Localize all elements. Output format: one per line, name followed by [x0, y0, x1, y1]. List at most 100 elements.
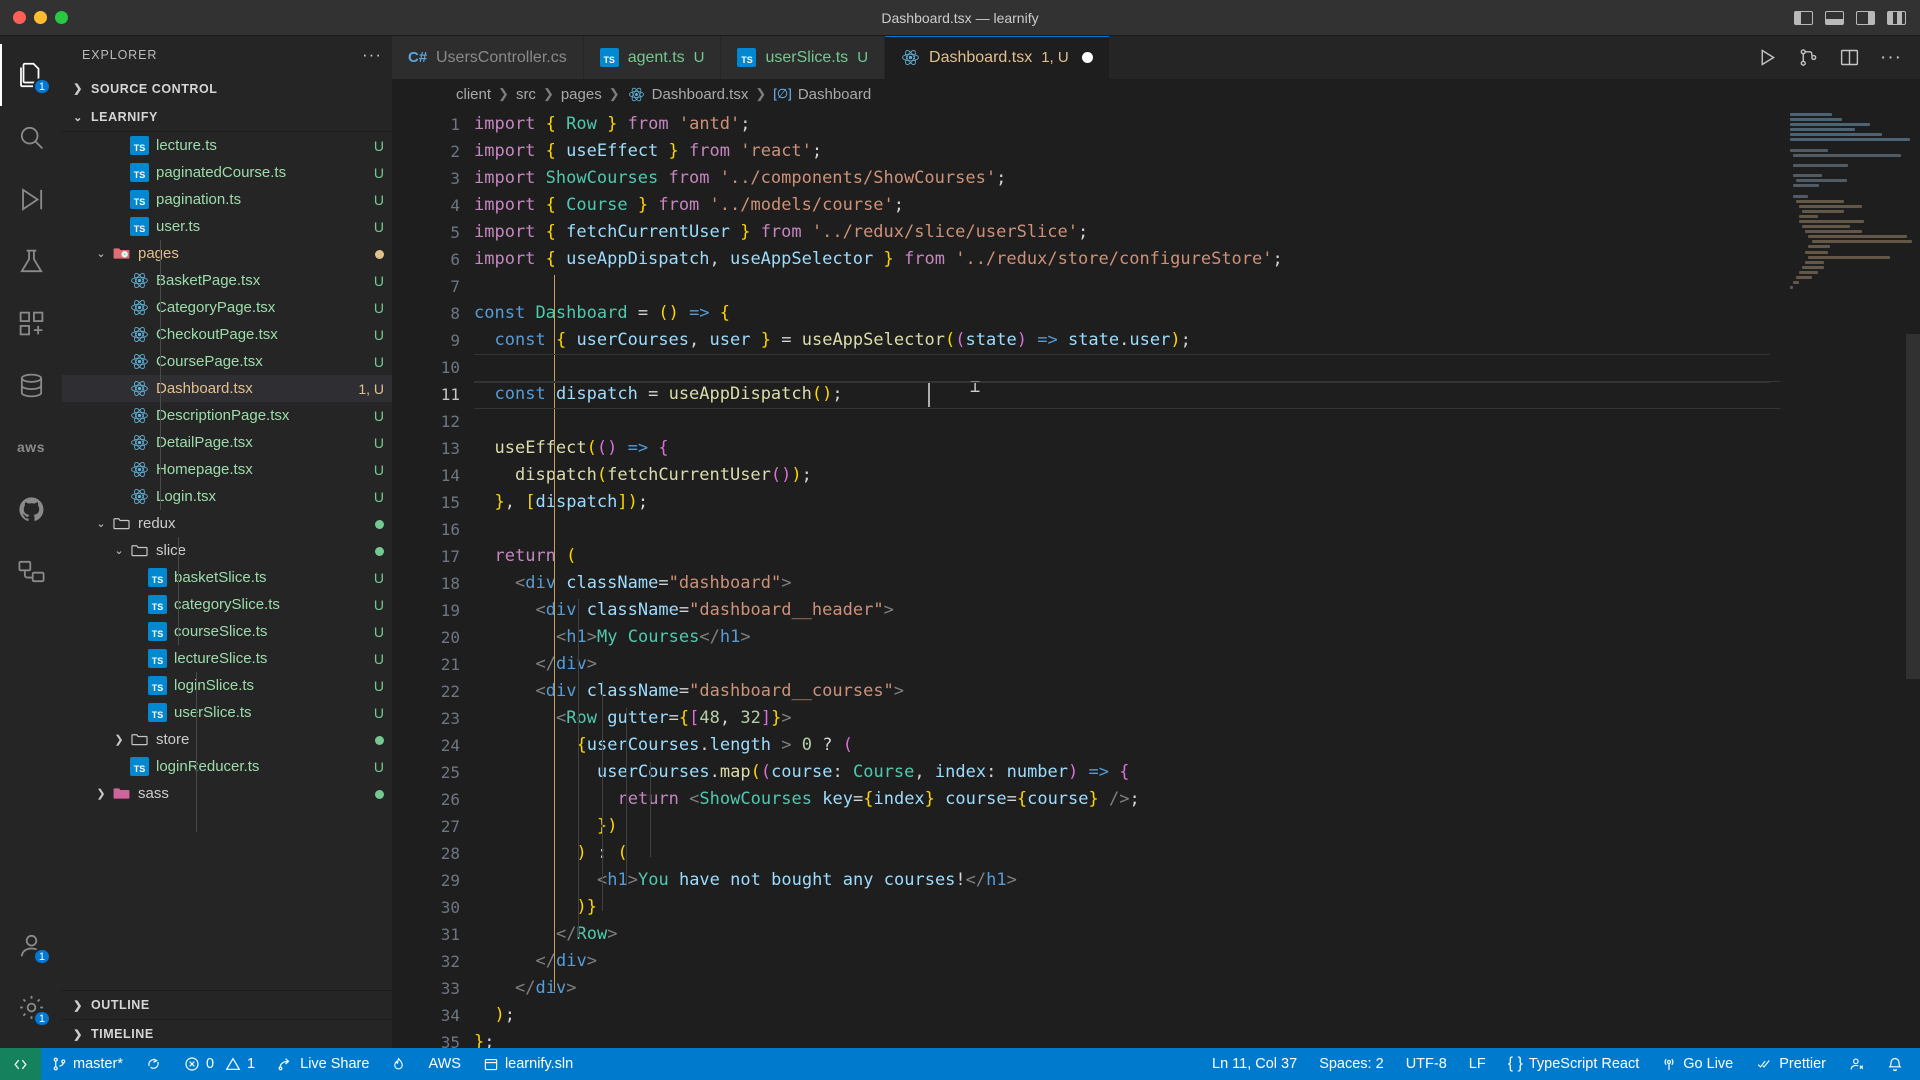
sidebar-section-outline[interactable]: ❯ OUTLINE: [62, 990, 392, 1019]
activity-item-run-and-debug[interactable]: [0, 168, 62, 230]
activity-item-testing[interactable]: [0, 230, 62, 292]
chevron-right-icon[interactable]: ❯: [108, 733, 130, 746]
code-line[interactable]: ) : (: [474, 840, 1920, 867]
toggle-secondary-sidebar-icon[interactable]: [1856, 10, 1875, 25]
code-line[interactable]: const { userCourses, user } = useAppSele…: [474, 327, 1920, 354]
status-aws[interactable]: AWS: [417, 1048, 472, 1080]
code-line[interactable]: <div className="dashboard__courses">: [474, 678, 1920, 705]
code-line[interactable]: const dispatch = useAppDispatch();: [474, 381, 1920, 408]
code-line[interactable]: const Dashboard = () => {: [474, 300, 1920, 327]
editor-tab-agent-ts[interactable]: TS agent.ts U: [583, 36, 722, 79]
chevron-right-icon[interactable]: ❯: [90, 787, 112, 800]
zoom-window-button[interactable]: [55, 11, 68, 24]
code-line[interactable]: import { useEffect } from 'react';: [474, 138, 1920, 165]
tree-file-basketpage-tsx[interactable]: BasketPage.tsx U: [62, 267, 392, 294]
breadcrumb-item-pages[interactable]: pages: [561, 86, 602, 103]
sidebar-section-source-control[interactable]: ❯ SOURCE CONTROL: [62, 74, 392, 103]
sidebar-section-timeline[interactable]: ❯ TIMELINE: [62, 1019, 392, 1048]
tree-file-categoryslice-ts[interactable]: TS categorySlice.ts U: [62, 591, 392, 618]
status-prettier[interactable]: Prettier: [1744, 1048, 1837, 1080]
editor-tab-userslice-ts[interactable]: TS userSlice.ts U: [721, 36, 886, 79]
scrollbar-thumb[interactable]: [1906, 334, 1920, 679]
code-line[interactable]: [474, 516, 1920, 543]
tree-file-categorypage-tsx[interactable]: CategoryPage.tsx U: [62, 294, 392, 321]
status-live-share[interactable]: Live Share: [266, 1048, 380, 1080]
code-line[interactable]: <h1>You have not bought any courses!</h1…: [474, 867, 1920, 894]
code-line[interactable]: <div className="dashboard__header">: [474, 597, 1920, 624]
activity-item-settings[interactable]: 1: [0, 976, 62, 1038]
tree-file-user-ts[interactable]: TS user.ts U: [62, 213, 392, 240]
editor-tab-userscontroller-cs[interactable]: C# UsersController.cs: [392, 36, 584, 79]
activity-item-explorer[interactable]: 1: [0, 44, 62, 106]
code-line[interactable]: userCourses.map((course: Course, index: …: [474, 759, 1920, 786]
tree-file-loginslice-ts[interactable]: TS loginSlice.ts U: [62, 672, 392, 699]
code-line[interactable]: </div>: [474, 948, 1920, 975]
code-line[interactable]: import { Course } from '../models/course…: [474, 192, 1920, 219]
tree-folder-redux[interactable]: ⌄ redux: [62, 510, 392, 537]
code-line[interactable]: <Row gutter={[48, 32]}>: [474, 705, 1920, 732]
code-line[interactable]: }): [474, 813, 1920, 840]
code-line[interactable]: return (: [474, 543, 1920, 570]
code-line[interactable]: import { Row } from 'antd';: [474, 111, 1920, 138]
code-line[interactable]: return <ShowCourses key={index} course={…: [474, 786, 1920, 813]
breadcrumb-item-dashboard[interactable]: [∅] Dashboard: [773, 86, 871, 103]
tree-file-coursepage-tsx[interactable]: CoursePage.tsx U: [62, 348, 392, 375]
tree-file-paginatedcourse-ts[interactable]: TS paginatedCourse.ts U: [62, 159, 392, 186]
tree-file-userslice-ts[interactable]: TS userSlice.ts U: [62, 699, 392, 726]
more-actions-icon[interactable]: ···: [1880, 47, 1902, 69]
editor-actions[interactable]: ···: [1739, 36, 1920, 79]
activity-item-github[interactable]: [0, 478, 62, 540]
toggle-primary-sidebar-icon[interactable]: [1794, 10, 1813, 25]
activity-item-database[interactable]: [0, 354, 62, 416]
breadcrumb[interactable]: client ❯ src ❯ pages ❯ Dashboard.tsx ❯ [∅] Dashbo…: [392, 79, 1920, 109]
status-encoding[interactable]: UTF-8: [1395, 1048, 1458, 1080]
split-editor-icon[interactable]: [1839, 47, 1860, 68]
code-line[interactable]: );: [474, 1002, 1920, 1029]
minimize-window-button[interactable]: [34, 11, 47, 24]
code-line[interactable]: dispatch(fetchCurrentUser());: [474, 462, 1920, 489]
tree-file-homepage-tsx[interactable]: Homepage.tsx U: [62, 456, 392, 483]
tree-file-checkoutpage-tsx[interactable]: CheckoutPage.tsx U: [62, 321, 392, 348]
minimap[interactable]: [1790, 113, 1912, 313]
breadcrumb-item-src[interactable]: src: [516, 86, 536, 103]
tree-file-courseslice-ts[interactable]: TS courseSlice.ts U: [62, 618, 392, 645]
code-line[interactable]: <div className="dashboard">: [474, 570, 1920, 597]
tree-folder-slice[interactable]: ⌄ slice: [62, 537, 392, 564]
sidebar-section-learnify[interactable]: ⌄ LEARNIFY: [62, 103, 392, 132]
customize-layout-icon[interactable]: [1887, 10, 1906, 25]
explorer-more-actions-icon[interactable]: ···: [362, 45, 382, 65]
code-line[interactable]: import { fetchCurrentUser } from '../red…: [474, 219, 1920, 246]
breadcrumb-item-dashboard-tsx[interactable]: Dashboard.tsx: [627, 85, 748, 104]
status-remote-host[interactable]: [0, 1048, 41, 1080]
editor-vertical-scrollbar[interactable]: [1906, 109, 1920, 1048]
chevron-down-icon[interactable]: ⌄: [90, 247, 112, 260]
status-go-live[interactable]: Go Live: [1650, 1048, 1744, 1080]
status-radon[interactable]: [380, 1048, 417, 1080]
chevron-down-icon[interactable]: ⌄: [90, 517, 112, 530]
status-problems[interactable]: 0 1: [173, 1048, 266, 1080]
code-line[interactable]: import ShowCourses from '../components/S…: [474, 165, 1920, 192]
tree-file-basketslice-ts[interactable]: TS basketSlice.ts U: [62, 564, 392, 591]
tree-file-dashboard-tsx[interactable]: Dashboard.tsx 1, U: [62, 375, 392, 402]
tree-file-pagination-ts[interactable]: TS pagination.ts U: [62, 186, 392, 213]
tree-file-loginreducer-ts[interactable]: TS loginReducer.ts U: [62, 753, 392, 780]
code-line[interactable]: {userCourses.length > 0 ? (: [474, 732, 1920, 759]
code-lines[interactable]: import { Row } from 'antd'; import { useE…: [474, 111, 1920, 1048]
code-line[interactable]: </Row>: [474, 921, 1920, 948]
code-line[interactable]: useEffect(() => {: [474, 435, 1920, 462]
activity-item-extensions[interactable]: [0, 292, 62, 354]
tree-file-lectureslice-ts[interactable]: TS lectureSlice.ts U: [62, 645, 392, 672]
window-controls[interactable]: [0, 11, 68, 24]
code-line[interactable]: [474, 273, 1920, 300]
status-language-mode[interactable]: { } TypeScript React: [1497, 1048, 1651, 1080]
run-button[interactable]: [1757, 47, 1778, 68]
toggle-panel-icon[interactable]: [1825, 10, 1844, 25]
close-window-button[interactable]: [13, 11, 26, 24]
code-line[interactable]: </div>: [474, 651, 1920, 678]
status-indentation[interactable]: Spaces: 2: [1308, 1048, 1395, 1080]
editor-tab-dashboard-tsx[interactable]: Dashboard.tsx 1, U: [885, 36, 1110, 79]
activity-item-remote-explorer[interactable]: [0, 540, 62, 602]
tree-file-descriptionpage-tsx[interactable]: DescriptionPage.tsx U: [62, 402, 392, 429]
code-line[interactable]: <h1>My Courses</h1>: [474, 624, 1920, 651]
file-tree[interactable]: TS lecture.ts U TS paginatedCourse.ts U TS pagi…: [62, 132, 392, 990]
